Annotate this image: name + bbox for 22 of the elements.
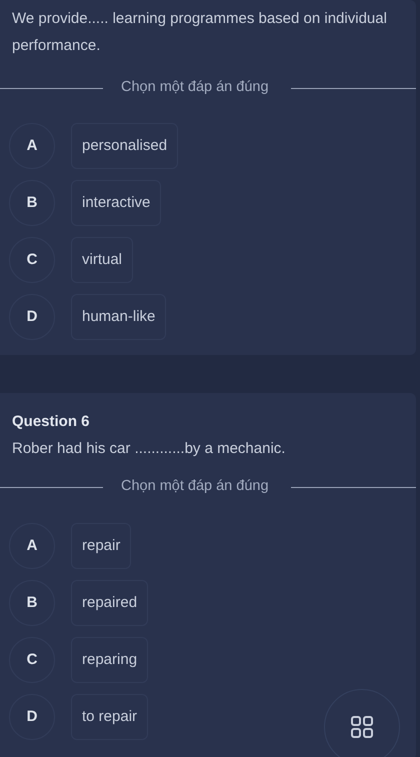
option-letter: A bbox=[9, 523, 55, 569]
answer-option[interactable]: human-like bbox=[71, 294, 166, 340]
option-letter: D bbox=[9, 294, 55, 340]
option-letter: B bbox=[9, 580, 55, 626]
answer-option[interactable]: to repair bbox=[71, 694, 148, 740]
option-letter: D bbox=[9, 694, 55, 740]
question-text: We provide..... learning programmes based on individual performance. bbox=[11, 9, 388, 56]
answer-option[interactable]: repair bbox=[71, 523, 132, 569]
instruction-label: Chọn một đáp án đúng bbox=[120, 477, 270, 496]
option-letter: A bbox=[9, 123, 55, 169]
answer-option[interactable]: interactive bbox=[71, 180, 162, 226]
option-letter: C bbox=[9, 637, 55, 683]
instruction-label: Chọn một đáp án đúng bbox=[120, 78, 270, 98]
question-title: Question 6 bbox=[11, 412, 91, 432]
question-text: Rober had his car ............by a mechanic. bbox=[11, 439, 286, 459]
answer-option[interactable]: personalised bbox=[71, 123, 178, 169]
option-letter: B bbox=[9, 180, 55, 226]
answer-option[interactable]: reparing bbox=[71, 637, 148, 683]
option-letter: C bbox=[9, 237, 55, 283]
answer-option[interactable]: repaired bbox=[71, 580, 148, 626]
grid-icon bbox=[351, 716, 373, 738]
answer-option[interactable]: virtual bbox=[71, 237, 134, 283]
